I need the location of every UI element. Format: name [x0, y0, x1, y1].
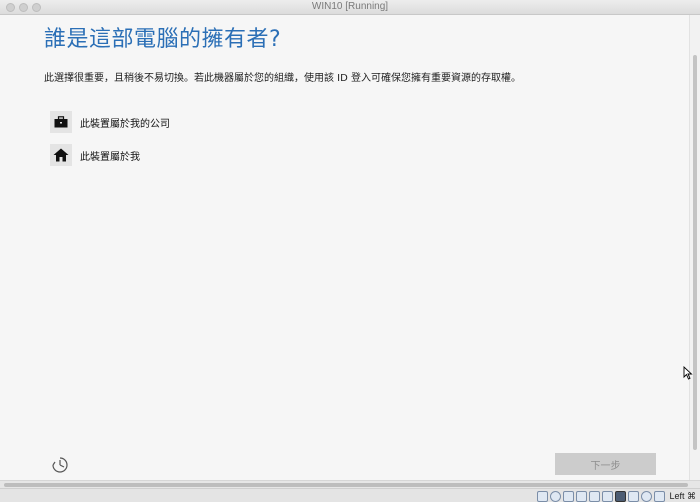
display-icon[interactable] [615, 490, 627, 502]
window-title: WIN10 [Running] [311, 1, 389, 12]
hard-disk-icon[interactable] [537, 490, 549, 502]
option-label: 此裝置屬於我的公司 [80, 118, 170, 130]
option-label: 此裝置屬於我 [80, 151, 140, 163]
optical-drive-icon[interactable] [550, 490, 562, 502]
network-icon[interactable] [576, 490, 588, 502]
vm-status-bar: Left ⌘ [0, 488, 700, 502]
window-titlebar[interactable]: WIN10 [Running] [0, 0, 700, 15]
video-capture-icon[interactable] [628, 490, 640, 502]
vertical-scrollbar[interactable] [689, 15, 700, 480]
home-icon [50, 144, 72, 166]
shared-folder-icon[interactable] [602, 490, 614, 502]
briefcase-icon [50, 111, 72, 133]
next-button[interactable]: 下一步 [555, 453, 656, 475]
host-key-label: Left ⌘ [669, 490, 696, 501]
option-company-device[interactable]: 此裝置屬於我的公司 [50, 110, 290, 134]
option-personal-device[interactable]: 此裝置屬於我 [50, 143, 290, 167]
usb-icon[interactable] [589, 490, 601, 502]
mouse-integration-icon[interactable] [654, 490, 666, 502]
virtualization-icon[interactable] [641, 490, 653, 502]
ease-of-access-icon[interactable] [50, 455, 70, 475]
mouse-cursor-icon [683, 366, 693, 380]
setup-page [0, 15, 689, 480]
horizontal-scroll-thumb[interactable] [4, 483, 688, 487]
vertical-scroll-thumb[interactable] [693, 55, 697, 450]
audio-icon[interactable] [563, 490, 575, 502]
horizontal-scrollbar[interactable] [0, 480, 700, 488]
page-description: 此選擇很重要，且稍後不易切換。若此機器屬於您的組織，使用該 ID 登入可確保您擁… [44, 73, 522, 84]
page-title: 誰是這部電腦的擁有者? [44, 27, 282, 52]
